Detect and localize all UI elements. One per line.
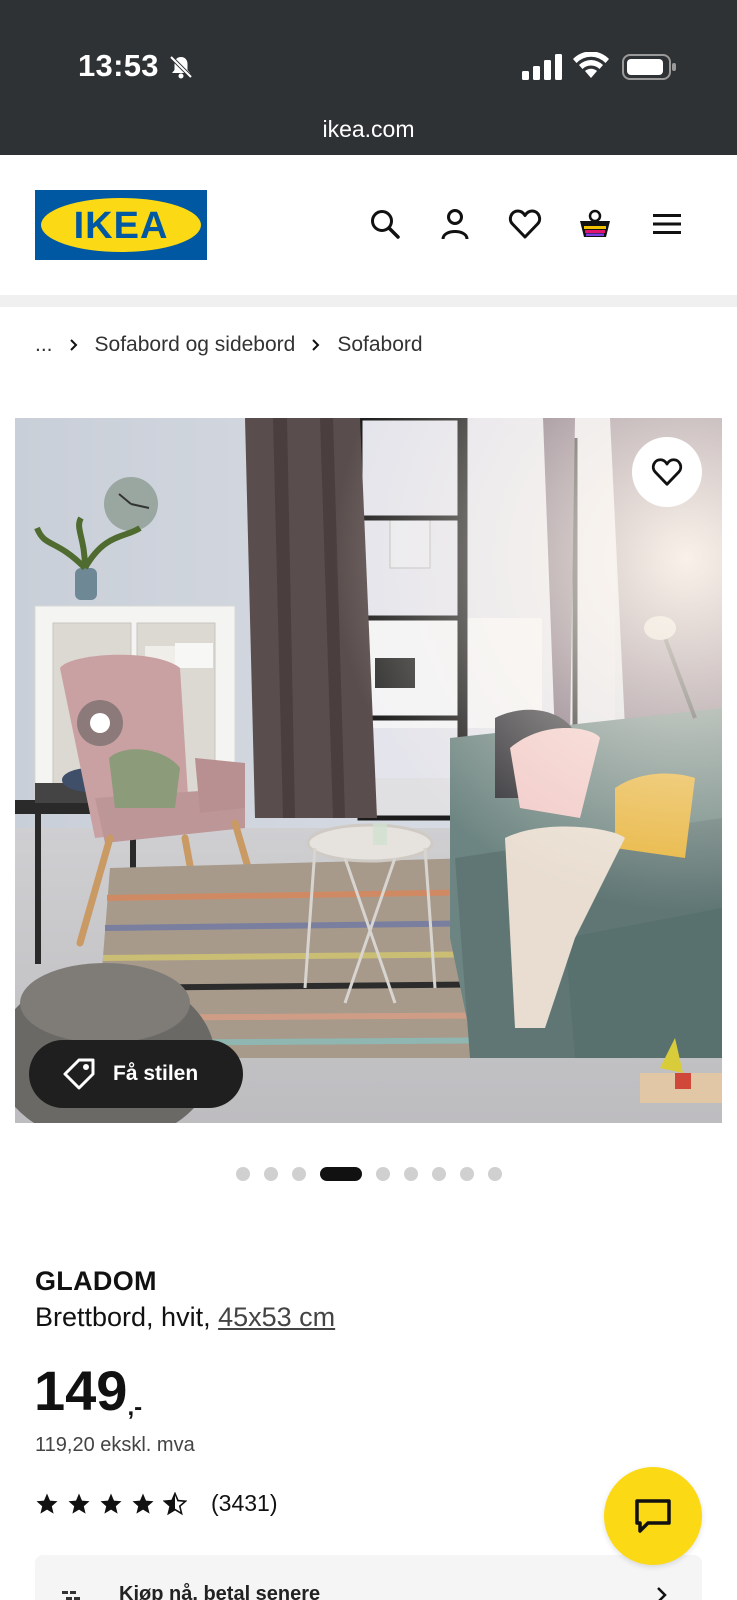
- cart-icon[interactable]: [578, 207, 612, 241]
- profile-icon[interactable]: [438, 207, 472, 241]
- cellular-signal-icon: [522, 54, 562, 80]
- product-rating[interactable]: (3431): [35, 1490, 277, 1517]
- star-icon: [36, 1493, 58, 1514]
- chat-bubble-icon: [635, 1499, 671, 1533]
- heart-icon: [651, 458, 683, 486]
- carousel-dot[interactable]: [291, 1167, 306, 1181]
- price-suffix: ,-: [127, 1394, 143, 1421]
- carousel-dot[interactable]: [459, 1167, 474, 1181]
- breadcrumb-ellipsis[interactable]: ...: [35, 333, 53, 357]
- tag-icon: [63, 1058, 95, 1090]
- menu-icon[interactable]: [650, 207, 684, 241]
- chevron-right-icon: [69, 339, 77, 351]
- star-icon: [132, 1493, 154, 1514]
- hotspot-dot: [90, 713, 110, 733]
- product-description-text: Brettbord, hvit,: [35, 1302, 219, 1332]
- product-name: GLADOM: [35, 1266, 157, 1296]
- carousel-dot[interactable]: [487, 1167, 502, 1181]
- carousel-dot[interactable]: [403, 1167, 418, 1181]
- product-size-link[interactable]: 45x53 cm: [218, 1302, 335, 1332]
- product-hero-image[interactable]: Få stilen: [15, 418, 722, 1123]
- truck-icon: [62, 1591, 80, 1600]
- star-half-icon: [163, 1491, 187, 1515]
- breadcrumb-item-sofabord-og-sidebord[interactable]: Sofabord og sidebord: [95, 333, 296, 357]
- price-main: 149: [34, 1359, 128, 1422]
- carousel-dot[interactable]: [431, 1167, 446, 1181]
- product-hotspot[interactable]: [77, 700, 123, 746]
- ikea-logo-graphic: IKEA: [35, 190, 207, 260]
- buy-now-pay-later-panel[interactable]: Kjøp nå, betal senere: [35, 1555, 702, 1600]
- bell-muted-icon: [169, 55, 193, 79]
- breadcrumb-item-sofabord[interactable]: Sofabord: [337, 333, 422, 357]
- address-bar-url[interactable]: ikea.com: [0, 116, 737, 143]
- chat-button[interactable]: [604, 1467, 702, 1565]
- carousel-dot[interactable]: [263, 1167, 278, 1181]
- status-time: 13:53: [78, 48, 159, 83]
- star-icon: [100, 1493, 122, 1514]
- image-carousel-indicator: [0, 1166, 737, 1182]
- rating-count: (3431): [211, 1490, 278, 1516]
- heart-icon[interactable]: [508, 207, 542, 241]
- product-description: Brettbord, hvit, 45x53 cm: [35, 1302, 335, 1333]
- wifi-icon: [573, 52, 609, 78]
- carousel-dot-active[interactable]: [319, 1167, 362, 1181]
- star-icon: [68, 1493, 90, 1514]
- living-room-scene-image: [15, 418, 722, 1123]
- chevron-right-icon: [657, 1587, 667, 1600]
- ikea-logo[interactable]: IKEA: [35, 190, 207, 260]
- price-excluding-vat: 119,20 ekskl. mva: [35, 1434, 195, 1456]
- svg-text:IKEA: IKEA: [74, 205, 169, 247]
- breadcrumb: ... Sofabord og sidebord Sofabord: [35, 330, 423, 360]
- header-divider: [0, 295, 737, 307]
- add-to-wishlist-button[interactable]: [632, 437, 702, 507]
- carousel-dot[interactable]: [375, 1167, 390, 1181]
- product-price: 149 ,-: [34, 1360, 142, 1422]
- pay-later-label: Kjøp nå, betal senere: [119, 1583, 321, 1600]
- battery-icon: [622, 54, 676, 80]
- site-header: IKEA: [0, 155, 737, 295]
- shop-the-look-button[interactable]: Få stilen: [29, 1040, 243, 1108]
- search-icon[interactable]: [368, 207, 402, 241]
- status-bar: 13:53 ikea.com: [0, 0, 737, 155]
- shop-the-look-label: Få stilen: [113, 1062, 199, 1085]
- chevron-right-icon: [312, 339, 320, 351]
- carousel-dot[interactable]: [235, 1167, 250, 1181]
